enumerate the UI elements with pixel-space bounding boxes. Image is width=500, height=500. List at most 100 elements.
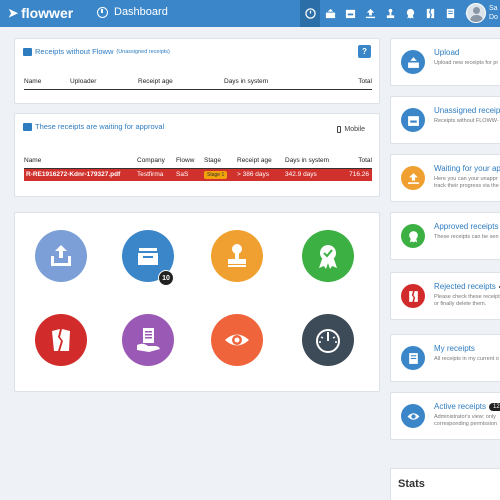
dashboard-label: Dashboard xyxy=(114,6,168,18)
col-name[interactable]: Name xyxy=(24,75,70,90)
active-count-badge: 12 xyxy=(489,402,500,411)
panel-title: Receipts without Floww (Unassigned recei… xyxy=(23,47,170,56)
top-navbar: ➤ flowwer Dashboard Sa Do xyxy=(0,0,500,27)
card-desc: Upload new receipts for pr xyxy=(434,60,499,66)
rejected-circle-button[interactable] xyxy=(35,314,87,366)
torn-receipt-icon xyxy=(52,329,70,351)
cell-floww: SaS xyxy=(176,168,204,181)
waiting-circle-button[interactable] xyxy=(211,230,263,282)
card-desc: These receipts can be sen xyxy=(434,234,499,240)
card-title-text: Rejected receipts xyxy=(434,282,496,291)
card-title: Active receipts 12 xyxy=(434,402,500,411)
col-floww[interactable]: Floww xyxy=(176,154,204,169)
col-name[interactable]: Name xyxy=(24,154,137,169)
cell-company: Testfirma xyxy=(137,168,176,181)
nav-rejected-receipt-icon[interactable] xyxy=(420,0,440,27)
inbox-tray-icon xyxy=(138,248,158,265)
mobile-label: Mobile xyxy=(344,126,365,133)
upload-circle-button[interactable] xyxy=(35,230,87,282)
cell-days-in-system: 342.9 days xyxy=(285,168,341,181)
nav-waiting-stamp-icon[interactable] xyxy=(380,0,400,27)
card-title: Approved receipts xyxy=(434,222,499,231)
panel-title-text: These receipts are waiting for approval xyxy=(35,122,165,131)
mobile-phone-icon xyxy=(337,126,342,133)
card-desc: Here you can your unappr track their pro… xyxy=(434,176,499,190)
inbox-icon xyxy=(23,47,32,56)
stats-panel: Stats xyxy=(390,468,500,500)
dashboard-icon xyxy=(97,6,108,18)
col-total[interactable]: Total xyxy=(334,75,372,90)
card-desc-line2: track their progress via the xyxy=(434,183,499,189)
nav-upload-icon[interactable] xyxy=(360,0,380,27)
mobile-toggle[interactable]: Mobile xyxy=(337,126,365,133)
nav-documents-icon[interactable] xyxy=(440,0,460,27)
active-receipts-card[interactable]: Active receipts 12 Administrator's view:… xyxy=(390,392,500,440)
unassigned-card[interactable]: Unassigned receipt Receipts without FLOW… xyxy=(390,96,500,144)
nav-inbox-icon[interactable] xyxy=(340,0,360,27)
card-desc-line2: corresponding permission xyxy=(434,421,497,427)
unassigned-count-badge: 10 xyxy=(158,270,174,286)
cell-receipt-age: > 386 days xyxy=(237,168,285,181)
active-circle-button[interactable] xyxy=(211,314,263,366)
col-uploader[interactable]: Uploader xyxy=(70,75,138,90)
panel-title: These receipts are waiting for approval xyxy=(23,122,164,131)
col-total[interactable]: Total xyxy=(341,154,372,169)
nav-dashboard-gauge-icon[interactable] xyxy=(300,0,320,27)
dashboard-link[interactable]: Dashboard xyxy=(97,6,168,18)
eye-icon xyxy=(225,334,249,346)
inbox-icon xyxy=(401,108,425,132)
nav-upload-box-icon[interactable] xyxy=(320,0,340,27)
user-name-line1: Sa xyxy=(489,5,498,12)
torn-receipt-icon xyxy=(401,284,425,308)
cell-stage: Stage 1 xyxy=(204,168,237,181)
card-desc: Administrator's view: only corresponding… xyxy=(434,414,497,428)
stats-circle-button[interactable] xyxy=(302,314,354,366)
my-receipts-card[interactable]: My receipts All receipts in my current o xyxy=(390,334,500,382)
card-title: My receipts xyxy=(434,344,475,353)
card-desc-line2: or finally delete them. xyxy=(434,301,487,307)
approved-circle-button[interactable] xyxy=(302,230,354,282)
card-desc-line1: Please check these receipt xyxy=(434,294,500,300)
stamp-icon xyxy=(228,244,246,267)
help-button[interactable]: ? xyxy=(358,45,371,58)
unassigned-table: Name Uploader Receipt age Days in system… xyxy=(24,75,372,90)
panel-subtitle: (Unassigned receipts) xyxy=(116,48,170,55)
upload-card[interactable]: Upload Upload new receipts for pr xyxy=(390,38,500,86)
col-receipt-age[interactable]: Receipt age xyxy=(237,154,285,169)
approved-card[interactable]: Approved receipts These receipts can be … xyxy=(390,212,500,260)
avatar xyxy=(466,3,486,23)
card-desc: Please check these receipt or finally de… xyxy=(434,294,500,308)
col-company[interactable]: Company xyxy=(137,154,176,169)
approval-icon xyxy=(23,122,32,131)
quick-actions-panel: 10 xyxy=(14,212,380,392)
card-desc: Receipts without FLOWW- xyxy=(434,118,499,124)
user-name-line2: Do xyxy=(489,14,498,21)
award-icon xyxy=(401,224,425,248)
panel-title-text: Receipts without Floww xyxy=(35,47,114,56)
user-menu[interactable]: Sa Do xyxy=(466,3,498,23)
unassigned-receipts-panel: Receipts without Floww (Unassigned recei… xyxy=(14,38,380,104)
upload-icon xyxy=(401,50,425,74)
documents-icon xyxy=(401,346,425,370)
stats-title: Stats xyxy=(398,478,425,490)
nav-approved-award-icon[interactable] xyxy=(400,0,420,27)
col-receipt-age[interactable]: Receipt age xyxy=(138,75,224,90)
card-desc: All receipts in my current o xyxy=(434,356,499,362)
gauge-icon xyxy=(316,329,340,353)
card-desc-line1: Here you can your unappr xyxy=(434,176,498,182)
rejected-card[interactable]: Rejected receipts Please check these rec… xyxy=(390,272,500,320)
eye-icon xyxy=(401,404,425,428)
approval-panel: These receipts are waiting for approval … xyxy=(14,113,380,197)
table-row[interactable]: R-RE1916272-Kdnr-179327.pdf Testfirma Sa… xyxy=(24,168,372,181)
brand-logo[interactable]: ➤ flowwer xyxy=(8,5,73,21)
col-days-in-system[interactable]: Days in system xyxy=(224,75,334,90)
waiting-card[interactable]: Waiting for your ap Here you can your un… xyxy=(390,154,500,202)
col-days-in-system[interactable]: Days in system xyxy=(285,154,341,169)
brand-name: flowwer xyxy=(21,5,74,21)
card-title: Unassigned receipt xyxy=(434,106,500,115)
cell-name[interactable]: R-RE1916272-Kdnr-179327.pdf xyxy=(24,168,137,181)
card-title: Waiting for your ap xyxy=(434,164,500,173)
card-title: Rejected receipts xyxy=(434,282,500,291)
col-stage[interactable]: Stage xyxy=(204,154,237,169)
my-receipts-circle-button[interactable] xyxy=(122,314,174,366)
